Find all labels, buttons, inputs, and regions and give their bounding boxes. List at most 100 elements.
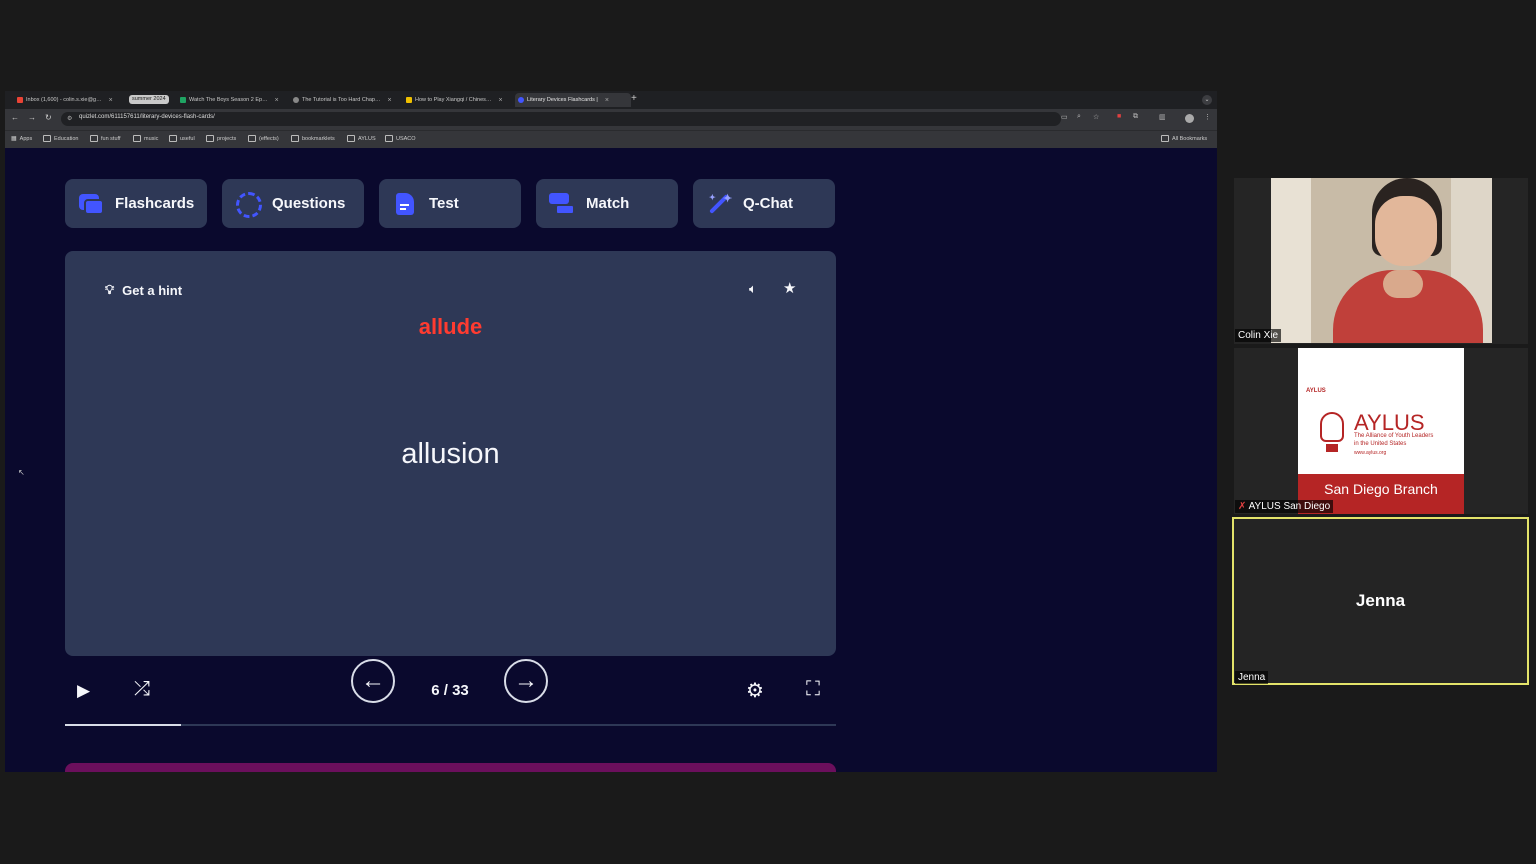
folder-icon — [291, 135, 299, 142]
folder-icon — [347, 135, 355, 142]
reload-icon[interactable]: ↻ — [45, 113, 52, 122]
folder-icon — [133, 135, 141, 142]
folder-icon — [90, 135, 98, 142]
bookmark-usaco[interactable]: USACO — [385, 135, 416, 142]
play-icon[interactable]: ▶ — [77, 681, 90, 701]
folder-icon — [169, 135, 177, 142]
globe-icon — [293, 97, 299, 103]
participant-display-name: Jenna — [1355, 591, 1406, 610]
folder-icon — [248, 135, 256, 142]
mouse-cursor-icon: ↖ — [18, 468, 25, 477]
bookmark-bookmarklets[interactable]: bookmarklets — [291, 135, 335, 142]
speaker-icon[interactable]: 🔈︎ — [749, 281, 757, 297]
card-counter: 6 / 33 — [431, 682, 469, 699]
progress-fill — [65, 724, 181, 726]
install-icon[interactable]: ▭ — [1061, 113, 1068, 121]
folder-icon — [1161, 135, 1169, 142]
back-icon[interactable]: ← — [11, 113, 19, 122]
tab-quizlet[interactable]: Literary Devices Flashcards | × — [515, 93, 631, 107]
sheets-icon — [180, 97, 186, 103]
mode-qchat-button[interactable]: ✦ ✦ Q-Chat — [693, 179, 835, 228]
mic-muted-icon: ✗ — [1238, 501, 1247, 512]
bookmark-projects[interactable]: projects — [206, 135, 236, 142]
bookmark-aylus[interactable]: AYLUS — [347, 135, 376, 142]
mode-flashcards-button[interactable]: Flashcards — [65, 179, 207, 228]
participant-name-label: Colin Xie — [1235, 329, 1282, 342]
mode-questions-button[interactable]: Questions — [222, 179, 364, 228]
new-tab-button[interactable]: + — [631, 93, 637, 104]
bottom-banner — [65, 763, 836, 772]
close-icon[interactable]: × — [605, 97, 609, 104]
participant-name-label: ✗ AYLUS San Diego — [1235, 500, 1334, 513]
tab-xiangqi[interactable]: How to Play Xiangqi / Chines… × — [406, 93, 512, 107]
y-icon — [406, 97, 412, 103]
apps-grid-icon: ▦ — [11, 136, 17, 142]
mode-match-button[interactable]: Match — [536, 179, 678, 228]
previous-card-button[interactable]: ← — [351, 659, 395, 703]
bookmark-apps[interactable]: ▦ Apps — [11, 135, 32, 143]
fullscreen-icon[interactable]: ⛶ — [806, 678, 820, 701]
tab-group-chip[interactable]: summer 2024 — [129, 95, 169, 104]
overlay-term: allude — [418, 314, 483, 339]
aylus-small-logo: AYLUS — [1306, 388, 1326, 394]
all-bookmarks[interactable]: All Bookmarks — [1161, 135, 1207, 142]
participant-name-label: Jenna — [1235, 671, 1269, 684]
tab-tutorial[interactable]: The Tutorial is Too Hard Chap… × — [293, 93, 399, 107]
gmail-icon — [17, 97, 23, 103]
bookmarks-bar: ▦ Apps Education fun stuff music useful p… — [5, 130, 1217, 149]
profile-avatar[interactable] — [1185, 114, 1194, 123]
close-icon[interactable]: × — [387, 97, 391, 104]
next-card-button[interactable]: → — [504, 659, 548, 703]
zoom-icon[interactable]: ⌕ — [1077, 113, 1081, 121]
progress-bar — [65, 724, 836, 726]
close-icon[interactable]: × — [498, 97, 502, 104]
extension-icon[interactable]: ■ — [1117, 113, 1121, 120]
tab-the-boys[interactable]: Watch The Boys Season 2 Ep… × — [180, 93, 286, 107]
extensions-puzzle-icon[interactable]: ⧉ — [1133, 113, 1138, 121]
bookmark-useful[interactable]: useful — [169, 135, 195, 142]
tab-search-icon[interactable]: ⌄ — [1202, 95, 1212, 105]
flashcard[interactable]: 💡︎ Get a hint 🔈︎ ★ allude allusion — [65, 251, 836, 656]
bookmark-education[interactable]: Education — [43, 135, 78, 142]
star-icon[interactable]: ☆ — [1093, 113, 1099, 121]
browser-tab-bar: Inbox (1,600) - colin.s.xie@g… × summer 2… — [5, 91, 1217, 109]
get-hint-button[interactable]: 💡︎ Get a hint — [105, 282, 182, 298]
aylus-website: www.aylus.org — [1354, 450, 1387, 456]
close-icon[interactable]: × — [109, 97, 113, 104]
quizlet-page: Flashcards Questions Test Match ✦ ✦ Q-Ch… — [5, 148, 1217, 772]
forward-icon[interactable]: → — [28, 113, 36, 122]
lightbulb-icon: 💡︎ — [105, 282, 115, 297]
match-icon — [548, 190, 576, 218]
folder-icon — [43, 135, 51, 142]
card-term: allusion — [401, 438, 500, 470]
tab-gmail[interactable]: Inbox (1,600) - colin.s.xie@g… × — [17, 93, 125, 107]
aylus-tagline-1: The Alliance of Youth Leaders — [1354, 433, 1434, 439]
questions-icon — [234, 190, 262, 218]
bookmark-music[interactable]: music — [133, 135, 158, 142]
qchat-icon: ✦ ✦ — [705, 190, 733, 218]
arrow-left-icon: ← — [361, 667, 385, 694]
site-info-icon[interactable]: ⚙ — [67, 115, 72, 122]
address-bar-row: ← → ↻ ⚙ quizlet.com/611157611/literary-d… — [5, 109, 1217, 130]
aylus-tagline-2: in the United States — [1354, 441, 1407, 447]
shuffle-icon[interactable]: ⤮ — [134, 678, 150, 701]
bookmark-fun-stuff[interactable]: fun stuff — [90, 135, 120, 142]
shared-screen: Inbox (1,600) - colin.s.xie@g… × summer 2… — [5, 91, 1217, 772]
close-icon[interactable]: × — [275, 97, 279, 104]
flashcards-icon — [77, 190, 105, 218]
star-icon[interactable]: ★ — [783, 279, 796, 297]
sidepanel-icon[interactable]: ▥ — [1159, 113, 1166, 121]
menu-kebab-icon[interactable]: ⋮ — [1204, 113, 1211, 121]
bookmark-effects[interactable]: (effects) — [248, 135, 279, 142]
mode-test-button[interactable]: Test — [379, 179, 521, 228]
folder-icon — [385, 135, 393, 142]
lightbulb-logo-icon — [1320, 412, 1344, 442]
settings-gear-icon[interactable]: ⚙ — [746, 678, 764, 703]
folder-icon — [206, 135, 214, 142]
test-icon — [391, 190, 419, 218]
url-field[interactable]: ⚙ quizlet.com/611157611/literary-devices… — [61, 112, 1061, 126]
aylus-profile-image: AYLUS AYLUS The Alliance of Youth Leader… — [1298, 348, 1464, 514]
participant-video — [1271, 178, 1492, 343]
arrow-right-icon: → — [514, 667, 538, 694]
participant-tile-jenna[interactable]: Jenna Jenna — [1232, 517, 1529, 685]
